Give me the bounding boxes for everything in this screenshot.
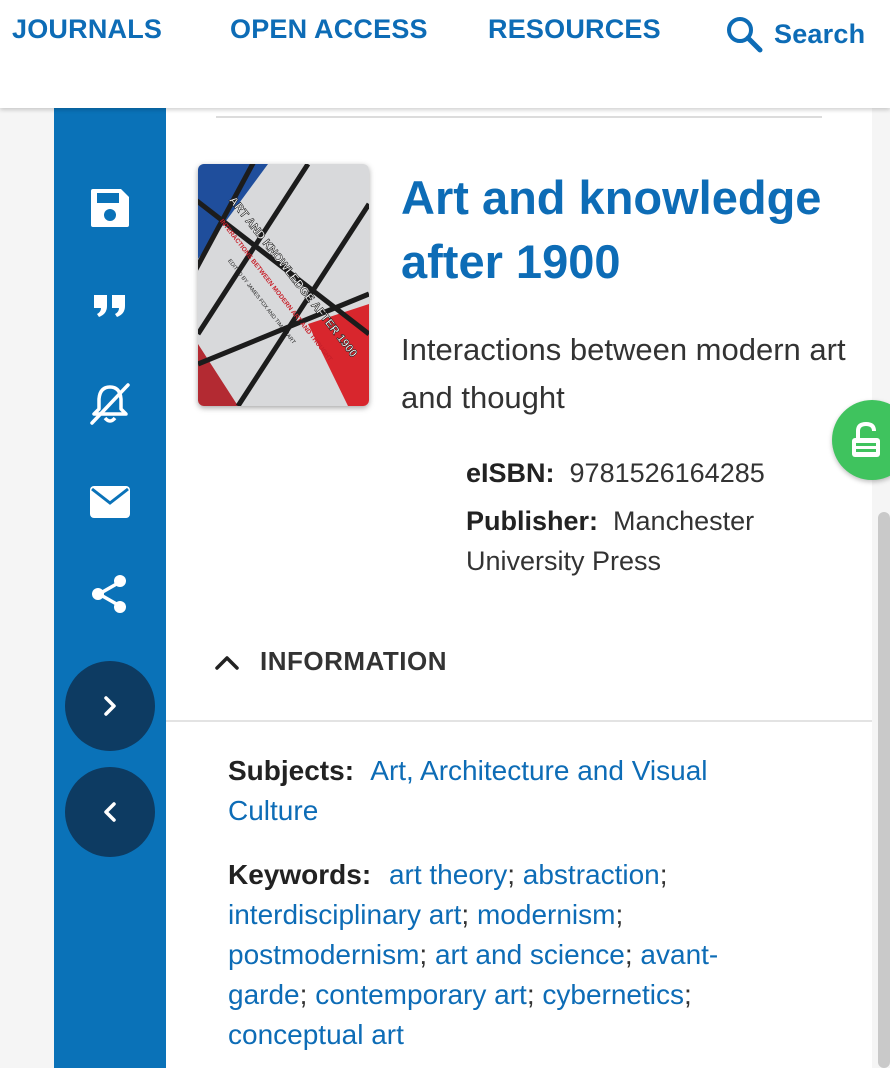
information-toggle[interactable]: INFORMATION bbox=[214, 646, 447, 677]
quote-icon bbox=[94, 295, 125, 317]
expand-sidebar-button[interactable] bbox=[65, 661, 155, 751]
keyword-link[interactable]: interdisciplinary art bbox=[228, 899, 461, 930]
email-icon bbox=[90, 486, 130, 518]
scrollbar[interactable] bbox=[878, 512, 890, 1068]
subjects-row: Subjects: Art, Architecture and Visual C… bbox=[228, 751, 768, 831]
keyword-link[interactable]: art and science bbox=[435, 939, 625, 970]
share-icon bbox=[92, 575, 126, 613]
keyword-link[interactable]: postmodernism bbox=[228, 939, 419, 970]
subjects-label: Subjects: bbox=[228, 755, 355, 786]
book-title: Art and knowledge after 1900 bbox=[401, 171, 822, 288]
keyword-link[interactable]: contemporary art bbox=[315, 979, 527, 1010]
book-cover-image[interactable]: ART AND KNOWLEDGE AFTER 1900 INTERACTION… bbox=[198, 164, 369, 406]
cite-button[interactable] bbox=[82, 277, 138, 333]
eisbn-value: 9781526164285 bbox=[569, 458, 765, 488]
eisbn-row: eISBN: 9781526164285 bbox=[466, 453, 866, 493]
divider bbox=[216, 116, 822, 118]
chevron-right-icon bbox=[104, 696, 116, 716]
keyword-link[interactable]: abstraction bbox=[523, 859, 660, 890]
publisher-row: Publisher: Manchester University Press bbox=[466, 501, 866, 581]
nav-journals[interactable]: JOURNALS bbox=[12, 14, 162, 45]
collapse-sidebar-button[interactable] bbox=[65, 767, 155, 857]
keywords-label: Keywords: bbox=[228, 859, 372, 890]
unlock-icon bbox=[852, 421, 880, 457]
eisbn-label: eISBN: bbox=[466, 458, 555, 488]
nav-open-access[interactable]: OPEN ACCESS bbox=[230, 14, 428, 45]
book-subtitle: Interactions between modern art and thou… bbox=[401, 332, 846, 415]
save-icon bbox=[91, 189, 129, 227]
keyword-link[interactable]: conceptual art bbox=[228, 1019, 404, 1050]
chevron-left-icon bbox=[104, 802, 116, 822]
keyword-link[interactable]: cybernetics bbox=[542, 979, 684, 1010]
top-navigation: JOURNALS OPEN ACCESS RESOURCES Search bbox=[0, 0, 890, 108]
keyword-link[interactable]: modernism bbox=[477, 899, 615, 930]
save-button[interactable] bbox=[82, 180, 138, 236]
search-label: Search bbox=[774, 18, 866, 49]
nav-search[interactable]: Search bbox=[724, 14, 865, 54]
publisher-label: Publisher: bbox=[466, 506, 599, 536]
keyword-link[interactable]: art theory bbox=[389, 859, 507, 890]
bell-off-icon bbox=[90, 383, 130, 425]
tools-sidebar bbox=[54, 108, 166, 1068]
information-header: INFORMATION bbox=[260, 646, 447, 676]
chevron-up-icon bbox=[215, 655, 239, 670]
divider bbox=[166, 720, 872, 722]
keywords-row: Keywords: art theory; abstraction; inter… bbox=[228, 859, 719, 1050]
search-icon bbox=[727, 17, 763, 53]
book-detail: ART AND KNOWLEDGE AFTER 1900 INTERACTION… bbox=[166, 108, 872, 1068]
alert-button[interactable] bbox=[82, 376, 138, 432]
share-button[interactable] bbox=[82, 566, 138, 622]
nav-resources[interactable]: RESOURCES bbox=[488, 14, 661, 45]
email-button[interactable] bbox=[82, 474, 138, 530]
